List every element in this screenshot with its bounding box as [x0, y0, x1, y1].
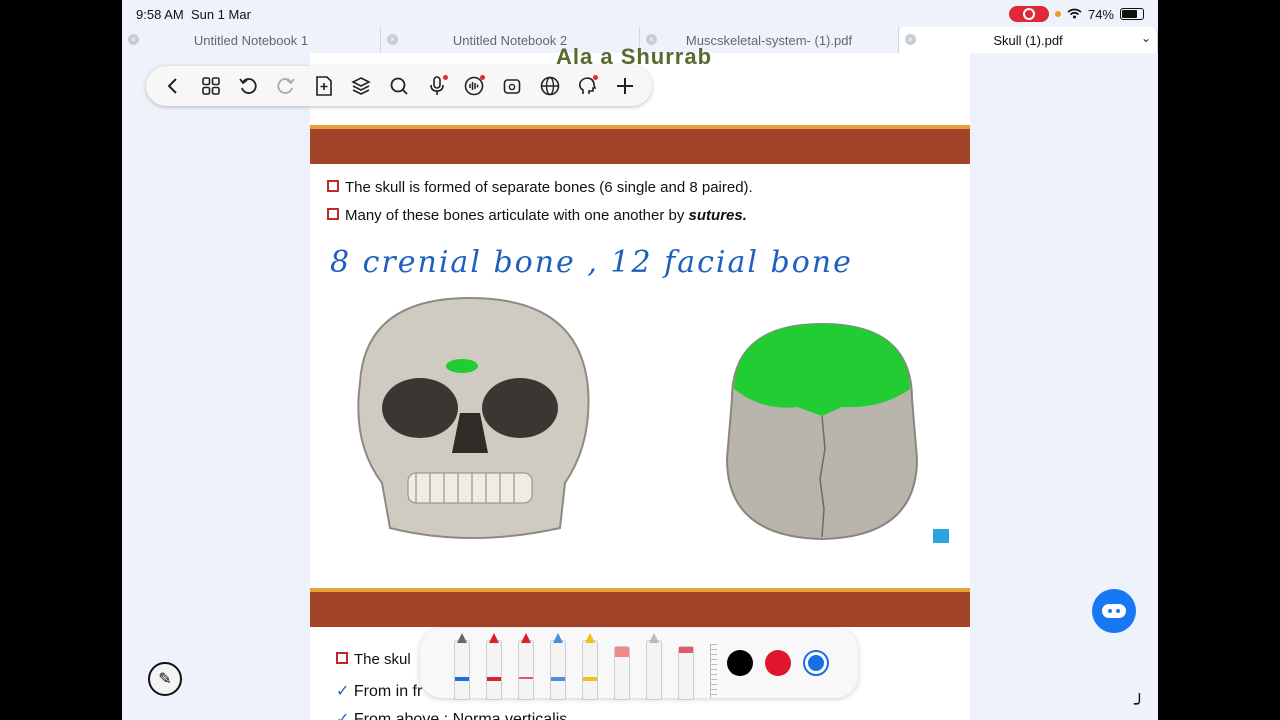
wifi-icon [1067, 7, 1082, 22]
redo-icon[interactable] [275, 75, 297, 97]
lasso-tool[interactable] [646, 633, 662, 700]
battery-percent: 74% [1087, 6, 1114, 22]
undo-icon[interactable] [237, 75, 259, 97]
tab-untitled-notebook-1[interactable]: × Untitled Notebook 1 [122, 27, 381, 53]
ruler-tool[interactable] [710, 644, 717, 698]
eraser-tool[interactable] [614, 646, 630, 700]
mic-indicator-icon [1054, 11, 1061, 17]
bullet-from-above: ✓ From above : Norma verticalis [336, 711, 568, 720]
chat-bot-icon [1102, 604, 1126, 618]
clip-icon[interactable] [501, 75, 523, 97]
ai-assist-icon[interactable] [576, 75, 599, 97]
brush-pen-tool[interactable] [518, 633, 534, 700]
bullet-square-icon [327, 180, 339, 193]
globe-icon[interactable] [539, 75, 561, 97]
grid-icon[interactable] [200, 75, 222, 97]
pencil-tool[interactable] [550, 633, 566, 700]
handwritten-note: 8 crenial bone , 12 facial bone [330, 245, 853, 280]
notebook-toolbar [146, 66, 652, 106]
color-blue-swatch[interactable] [803, 650, 829, 676]
chat-assistant-button[interactable] [1092, 589, 1136, 633]
pencil-mode-button[interactable]: ✎ [148, 662, 182, 696]
bullet-sutures: Many of these bones articulate with one … [327, 207, 747, 224]
screen-record-indicator[interactable] [1008, 6, 1049, 22]
color-red-swatch[interactable] [765, 650, 791, 676]
layers-icon[interactable] [350, 75, 372, 97]
highlighter-tool[interactable] [582, 633, 598, 700]
close-icon[interactable]: × [128, 34, 139, 45]
slide-header-band-2 [310, 588, 970, 627]
skull-front-image [357, 296, 590, 539]
pen-tray [420, 628, 858, 700]
status-time: 9:58 AM Sun 1 Mar [136, 7, 251, 22]
audio-icon[interactable] [463, 75, 486, 97]
color-black-swatch[interactable] [727, 650, 753, 676]
battery-icon [1120, 8, 1144, 20]
fountain-pen-tool[interactable] [454, 633, 470, 700]
skull-top-image [725, 322, 919, 541]
kenhub-logo [933, 529, 949, 543]
tape-tool[interactable] [678, 646, 694, 700]
search-icon[interactable] [388, 75, 410, 97]
status-bar: 9:58 AM Sun 1 Mar 74% [122, 0, 1158, 26]
close-icon[interactable]: × [905, 34, 916, 45]
mic-icon[interactable] [426, 75, 448, 97]
bullet-skull-bones: The skull is formed of separate bones (6… [327, 179, 753, 196]
add-page-icon[interactable] [313, 75, 335, 97]
tab-skull-pdf[interactable]: × Skull (1).pdf ⌄ [899, 27, 1158, 53]
app-screen: 9:58 AM Sun 1 Mar 74% × Untitled Notebook… [122, 0, 1158, 720]
plus-icon[interactable] [614, 75, 636, 97]
pencil-icon: ✎ [158, 671, 172, 688]
bullet-from-front: ✓ From in fr [336, 683, 423, 700]
resize-handle-icon[interactable]: ╯ [1134, 694, 1145, 715]
back-icon[interactable] [162, 75, 184, 97]
ballpoint-pen-tool[interactable] [486, 633, 502, 700]
slide-header-band [310, 125, 970, 164]
pdf-page[interactable]: Ala a Shurrab The skull is formed of sep… [310, 44, 970, 720]
close-icon[interactable]: × [387, 34, 398, 45]
chevron-down-icon[interactable]: ⌄ [1141, 31, 1151, 45]
bullet-square-icon [327, 208, 339, 221]
bullet-skull-views: The skul [336, 651, 411, 668]
bullet-square-icon [336, 652, 348, 665]
